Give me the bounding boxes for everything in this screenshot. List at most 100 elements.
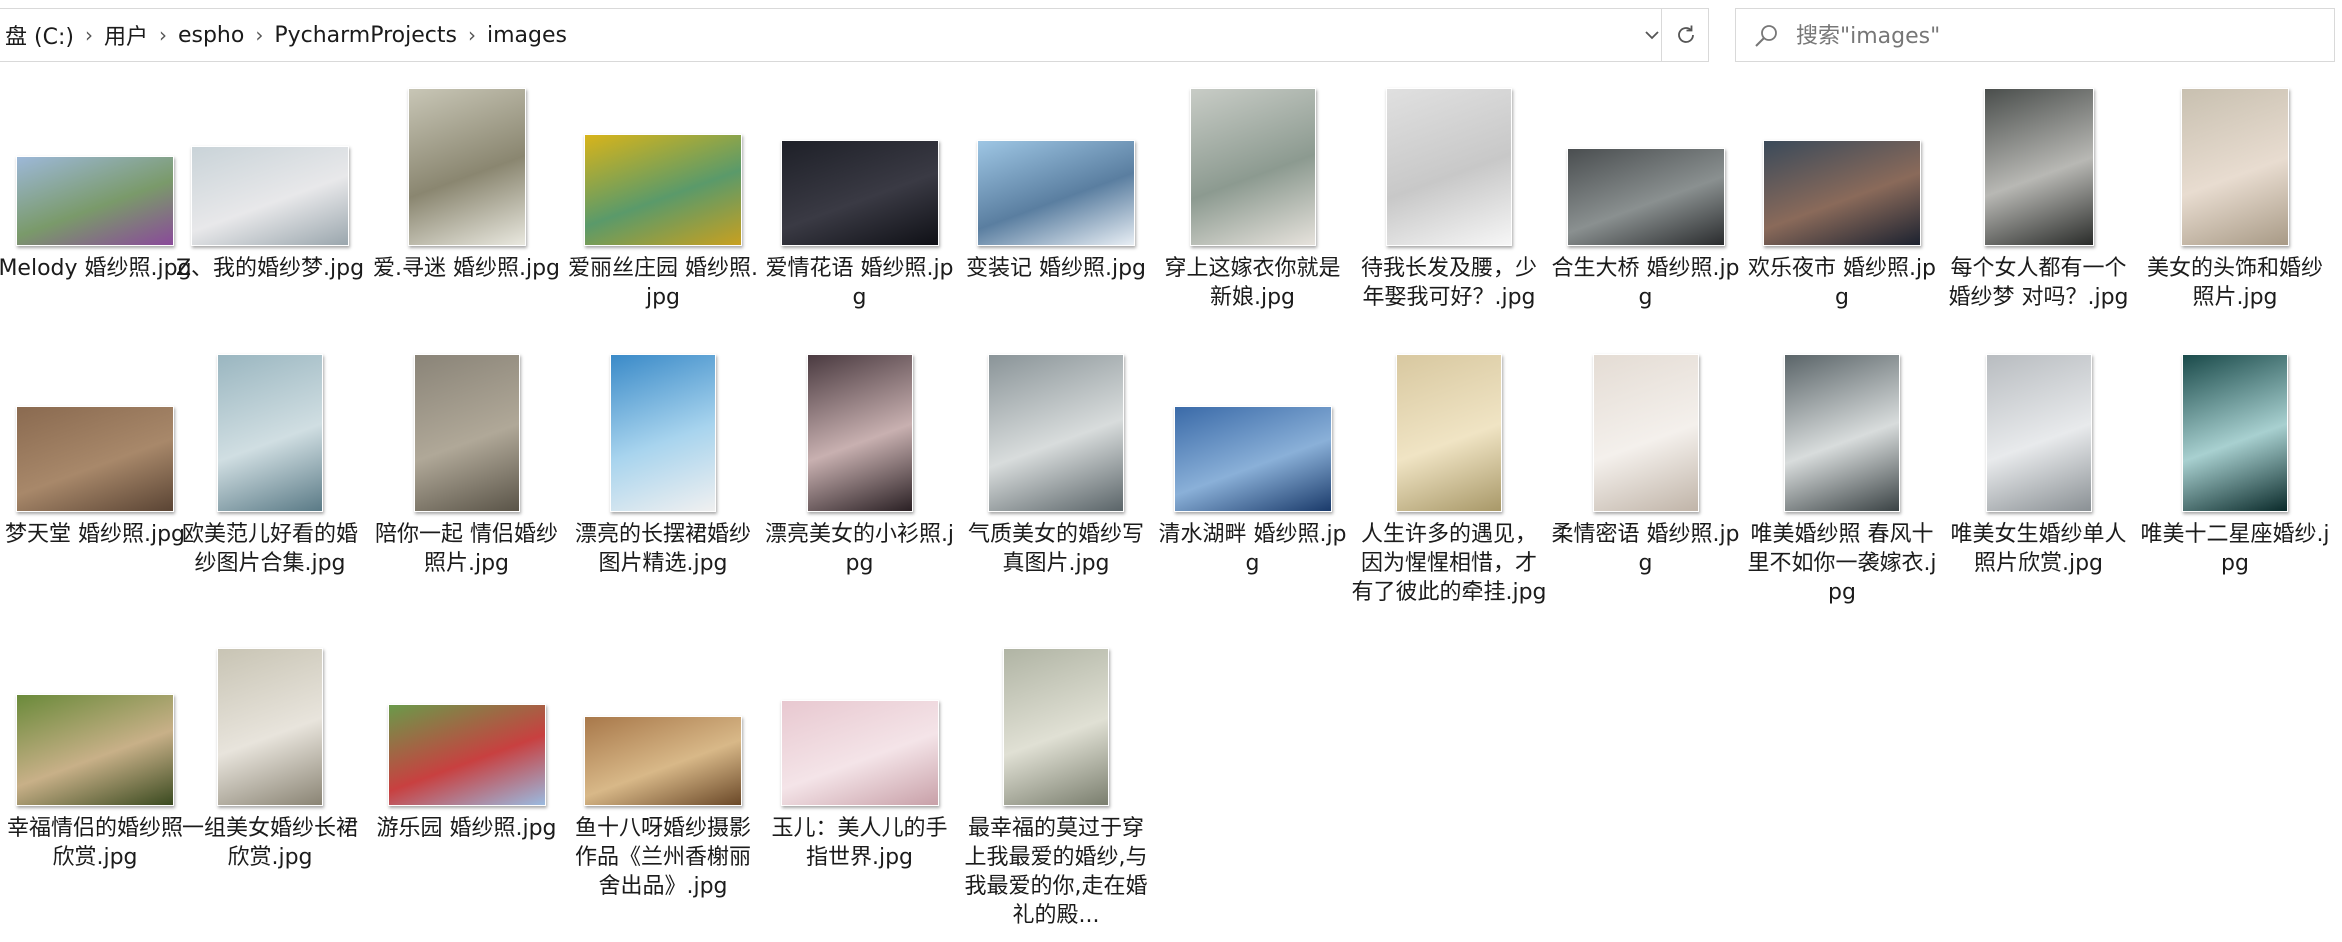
file-item[interactable]: 爱丽丝庄园 婚纱照.jpg (565, 86, 761, 346)
file-name: 合生大桥 婚纱照.jpg (1551, 256, 1740, 310)
file-thumbnail-box (1548, 352, 1744, 512)
file-thumbnail-box (0, 352, 193, 512)
file-item[interactable]: 玉儿：美人儿的手指世界.jpg (762, 646, 958, 906)
explorer-toolbar: 盘 (C:) › 用户 › espho › PycharmProjects › … (0, 0, 2342, 72)
file-thumbnail-box (1744, 86, 1940, 246)
image-thumbnail (780, 700, 939, 806)
file-item[interactable]: 合生大桥 婚纱照.jpg (1548, 86, 1744, 346)
file-name: 柔情密语 婚纱照.jpg (1551, 522, 1740, 576)
file-item[interactable]: 梦天堂 婚纱照.jpg (0, 352, 193, 612)
image-thumbnail (407, 88, 526, 246)
image-thumbnail (780, 140, 939, 246)
chevron-right-icon[interactable]: › (152, 23, 174, 47)
image-thumbnail (584, 134, 742, 246)
file-item[interactable]: 美女的头饰和婚纱照片.jpg (2137, 86, 2333, 346)
file-thumbnail-box (1351, 352, 1547, 512)
image-thumbnail (584, 716, 742, 806)
file-item[interactable]: 漂亮的长摆裙婚纱图片精选.jpg (565, 352, 761, 612)
file-thumbnail-box (172, 352, 368, 512)
file-thumbnail-box (762, 352, 958, 512)
chevron-right-icon[interactable]: › (78, 23, 100, 47)
refresh-button[interactable] (1662, 9, 1710, 61)
file-thumbnail-box (1548, 86, 1744, 246)
file-name: 唯美女生婚纱单人照片欣赏.jpg (1950, 522, 2127, 576)
file-item[interactable]: 气质美女的婚纱写真图片.jpg (958, 352, 1154, 612)
breadcrumb-espho[interactable]: espho (174, 23, 248, 48)
image-thumbnail (387, 704, 546, 806)
breadcrumb-drive[interactable]: 盘 (C:) (1, 19, 78, 51)
breadcrumb-images[interactable]: images (483, 23, 571, 48)
file-thumbnail-box (2137, 352, 2333, 512)
file-item[interactable]: 爱情花语 婚纱照.jpg (762, 86, 958, 346)
file-thumbnail-box (565, 86, 761, 246)
breadcrumb: 盘 (C:) › 用户 › espho › PycharmProjects › … (1, 9, 571, 61)
chevron-right-icon[interactable]: › (248, 23, 270, 47)
file-thumbnail-box (0, 86, 193, 246)
image-thumbnail (217, 354, 323, 512)
file-item[interactable]: 鱼十八呀婚纱摄影作品《兰州香榭丽舍出品》.jpg (565, 646, 761, 906)
file-name: 气质美女的婚纱写真图片.jpg (967, 522, 1144, 576)
file-name: 待我长发及腰，少年娶我可好？.jpg (1360, 256, 1537, 310)
file-name: 漂亮的长摆裙婚纱图片精选.jpg (574, 522, 751, 576)
file-thumbnail-box (1941, 86, 2137, 246)
image-thumbnail (1003, 648, 1109, 806)
file-thumbnail-box (0, 646, 193, 806)
file-name: Z、我的婚纱梦.jpg (175, 256, 365, 281)
file-thumbnail-box (172, 86, 368, 246)
image-thumbnail (1386, 88, 1512, 246)
file-thumbnail-box (1351, 86, 1547, 246)
search-input[interactable] (1794, 15, 2318, 57)
file-item[interactable]: 幸福情侣的婚纱照欣赏.jpg (0, 646, 193, 906)
file-item[interactable]: 唯美十二星座婚纱.jpg (2137, 352, 2333, 612)
image-thumbnail (1763, 140, 1921, 246)
file-item[interactable]: 陪你一起 情侣婚纱照片.jpg (369, 352, 565, 612)
image-thumbnail (977, 140, 1135, 246)
file-name: 每个女人都有一个婚纱梦 对吗？.jpg (1948, 256, 2129, 310)
image-thumbnail (191, 146, 349, 246)
refresh-icon (1678, 25, 1694, 43)
file-thumbnail-box (1744, 352, 1940, 512)
file-item[interactable]: 待我长发及腰，少年娶我可好？.jpg (1351, 86, 1547, 346)
file-item[interactable]: Z、我的婚纱梦.jpg (172, 86, 368, 346)
file-item[interactable]: 最幸福的莫过于穿上我最爱的婚纱,与我最爱的你,走在婚礼的殿... (958, 646, 1154, 928)
address-bar[interactable]: 盘 (C:) › 用户 › espho › PycharmProjects › … (0, 8, 1709, 62)
breadcrumb-users[interactable]: 用户 (100, 19, 152, 51)
file-thumbnail-box (958, 646, 1154, 806)
file-thumbnail-box (2137, 86, 2333, 246)
file-thumbnail-box (172, 646, 368, 806)
file-thumbnail-box (762, 646, 958, 806)
file-item[interactable]: 游乐园 婚纱照.jpg (369, 646, 565, 906)
file-thumbnail-box (762, 86, 958, 246)
file-item[interactable]: 爱.寻迷 婚纱照.jpg (369, 86, 565, 346)
image-thumbnail (1985, 354, 2092, 512)
file-item[interactable]: 欧美范儿好看的婚纱图片合集.jpg (172, 352, 368, 612)
file-item[interactable]: 柔情密语 婚纱照.jpg (1548, 352, 1744, 612)
file-item[interactable]: 穿上这嫁衣你就是新娘.jpg (1155, 86, 1351, 346)
image-thumbnail (988, 354, 1124, 512)
file-item[interactable]: 一组美女婚纱长裙欣赏.jpg (172, 646, 368, 906)
file-item[interactable]: 唯美女生婚纱单人照片欣赏.jpg (1941, 352, 2137, 612)
image-thumbnail (1784, 354, 1900, 512)
file-thumbnail-box (1155, 86, 1351, 246)
file-item[interactable]: 变装记 婚纱照.jpg (958, 86, 1154, 346)
file-item[interactable]: 人生许多的遇见，因为惺惺相惜，才有了彼此的牵挂.jpg (1351, 352, 1547, 612)
image-thumbnail (610, 354, 716, 512)
chevron-right-icon[interactable]: › (461, 23, 483, 47)
file-item[interactable]: 欢乐夜市 婚纱照.jpg (1744, 86, 1940, 346)
file-thumbnail-box (1941, 352, 2137, 512)
file-item[interactable]: 每个女人都有一个婚纱梦 对吗？.jpg (1941, 86, 2137, 346)
file-thumbnail-box (369, 352, 565, 512)
chevron-down-icon (1645, 31, 1659, 40)
breadcrumb-pycharmprojects[interactable]: PycharmProjects (270, 23, 461, 48)
search-box[interactable] (1735, 8, 2335, 62)
file-name: 漂亮美女的小衫照.jpg (764, 522, 955, 576)
file-item[interactable]: 唯美婚纱照 春风十里不如你一袭嫁衣.jpg (1744, 352, 1940, 612)
image-thumbnail (1173, 406, 1332, 512)
image-thumbnail (1189, 88, 1316, 246)
image-thumbnail (413, 354, 520, 512)
file-item[interactable]: 漂亮美女的小衫照.jpg (762, 352, 958, 612)
file-item[interactable]: 清水湖畔 婚纱照.jpg (1155, 352, 1351, 612)
file-item[interactable]: Melody 婚纱照.jpg (0, 86, 193, 346)
file-name: 陪你一起 情侣婚纱照片.jpg (375, 522, 558, 576)
file-name: 变装记 婚纱照.jpg (965, 256, 1147, 281)
